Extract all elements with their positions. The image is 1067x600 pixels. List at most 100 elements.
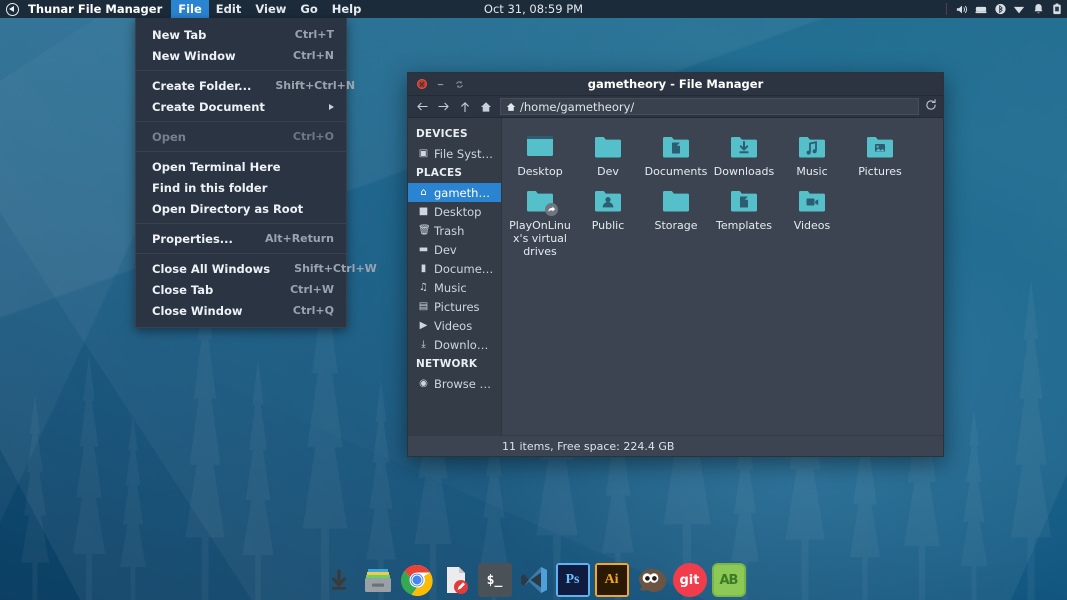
notification-bell-icon[interactable] — [1032, 0, 1044, 18]
sidebar-item-trash[interactable]: 🗑 Trash — [408, 221, 501, 240]
panel-menu-help[interactable]: Help — [325, 0, 369, 18]
panel-menu-edit[interactable]: Edit — [209, 0, 249, 18]
display-icon[interactable] — [975, 0, 987, 18]
dock-item-audacious[interactable]: AB — [711, 563, 746, 597]
sidebar-item-music[interactable]: ♫ Music — [408, 278, 501, 297]
home-button[interactable] — [475, 96, 496, 117]
dock-item-git[interactable]: git — [672, 563, 707, 597]
tray-separator — [946, 3, 947, 15]
sidebar-item-label: Dev — [434, 242, 457, 257]
close-button[interactable] — [414, 77, 429, 92]
file-name-label: Videos — [793, 219, 831, 232]
dock-item-google-chrome[interactable] — [400, 563, 434, 597]
menu-item-find-in-this-folder[interactable]: Find in this folder — [136, 177, 346, 198]
file-item[interactable]: Storage — [642, 180, 710, 260]
panel-menu-go[interactable]: Go — [293, 0, 324, 18]
menu-item-create-document[interactable]: Create Document — [136, 96, 346, 117]
panel-menu-file[interactable]: File — [171, 0, 209, 18]
menu-item-label: Open Terminal Here — [152, 159, 281, 174]
back-button[interactable] — [412, 96, 433, 117]
sidebar-item-icon: 🗑 — [418, 225, 431, 236]
file-name-label: Templates — [716, 219, 772, 232]
panel-menu-view[interactable]: View — [248, 0, 293, 18]
dock-item-terminal[interactable]: $_ — [477, 563, 512, 597]
file-item[interactable]: Dev — [574, 126, 642, 180]
file-item[interactable]: Public — [574, 180, 642, 260]
sidebar-item-downloads[interactable]: ⤓ Downloads — [408, 335, 501, 354]
sidebar-item-documents[interactable]: ▮ Documents — [408, 259, 501, 278]
battery-icon[interactable] — [1051, 0, 1063, 18]
menu-item-open-terminal-here[interactable]: Open Terminal Here — [136, 156, 346, 177]
file-item[interactable]: Templates — [710, 180, 778, 260]
dock-item-illustrator[interactable]: Ai — [594, 563, 629, 597]
thunar-toolbar: /home/gametheory/ — [408, 96, 943, 118]
menu-item-new-tab[interactable]: New Tab Ctrl+T — [136, 24, 346, 45]
folder-icon — [644, 184, 708, 214]
sidebar-item-label: Videos — [434, 318, 473, 333]
menu-item-close-all-windows[interactable]: Close All Windows Shift+Ctrl+W — [136, 258, 377, 279]
path-entry[interactable]: /home/gametheory/ — [500, 98, 919, 115]
sidebar-item-gametheory[interactable]: ⌂ gametheory — [408, 183, 501, 202]
menu-item-open-directory-as-root[interactable]: Open Directory as Root — [136, 198, 346, 219]
window-title: gametheory - File Manager — [587, 77, 764, 91]
menu-separator — [136, 223, 346, 224]
sidebar-item-browse-net[interactable]: ◉ Browse Net... — [408, 374, 501, 393]
file-item[interactable]: Pictures — [846, 126, 914, 180]
sidebar-item-label: Desktop — [434, 204, 482, 219]
maximize-button[interactable] — [452, 77, 467, 92]
panel-menubar: File Edit View Go Help — [171, 0, 368, 18]
minimize-button[interactable] — [433, 77, 448, 92]
menu-item-shortcut: Alt+Return — [264, 232, 334, 245]
folder-icon — [576, 130, 640, 160]
whisker-menu-icon[interactable] — [0, 0, 24, 18]
dock-item-file-archiver[interactable] — [361, 563, 395, 597]
folder-icon — [644, 130, 708, 160]
file-item[interactable]: Desktop — [506, 126, 574, 180]
dock-item-gimp[interactable] — [634, 563, 668, 597]
forward-button[interactable] — [433, 96, 454, 117]
sidebar-header-devices: DEVICES — [416, 128, 468, 140]
menu-item-close-tab[interactable]: Close Tab Ctrl+W — [136, 279, 346, 300]
sidebar-item-label: gametheory — [434, 185, 495, 200]
menu-item-close-window[interactable]: Close Window Ctrl+Q — [136, 300, 346, 321]
file-item[interactable]: Documents — [642, 126, 710, 180]
sidebar-item-videos[interactable]: ▶ Videos — [408, 316, 501, 335]
file-name-label: Downloads — [713, 165, 775, 178]
sidebar-item-label: Downloads — [434, 337, 495, 352]
file-menu-dropdown[interactable]: New Tab Ctrl+T New Window Ctrl+N Create Fold… — [135, 18, 377, 328]
window-titlebar[interactable]: gametheory - File Manager — [408, 73, 943, 96]
up-button[interactable] — [454, 96, 475, 117]
sidebar-item-icon: ▬ — [418, 244, 429, 255]
menu-item-properties[interactable]: Properties... Alt+Return — [136, 228, 346, 249]
bluetooth-icon[interactable] — [994, 0, 1006, 18]
file-item[interactable]: Videos — [778, 180, 846, 260]
file-item[interactable]: Music — [778, 126, 846, 180]
sidebar-item-label: Trash — [434, 223, 465, 238]
system-tray — [946, 0, 1063, 18]
dock-item-photoshop[interactable]: Ps — [555, 563, 590, 597]
menu-separator — [136, 253, 346, 254]
menu-item-label: New Window — [152, 48, 236, 63]
dock-item-vs-code[interactable] — [517, 563, 551, 597]
dock-item-download-manager[interactable] — [322, 563, 356, 597]
folder-icon — [508, 130, 572, 160]
application-dock[interactable]: $_ Ps Ai git AB — [322, 563, 746, 597]
file-item[interactable]: PlayOnLinux's virtual drives — [506, 180, 574, 260]
folder-icon — [780, 184, 844, 214]
file-name-label: Music — [796, 165, 828, 178]
dock-item-text-editor[interactable] — [439, 563, 473, 597]
sidebar-item-file-system[interactable]: ▣ File System — [408, 144, 501, 163]
menu-item-create-folder[interactable]: Create Folder... Shift+Ctrl+N — [136, 75, 355, 96]
sidebar-item-pictures[interactable]: ▤ Pictures — [408, 297, 501, 316]
thunar-file-view[interactable]: Desktop Dev Documents Downloads Music Picture… — [502, 118, 943, 435]
volume-icon[interactable] — [956, 0, 968, 18]
thunar-sidebar[interactable]: DEVICES ▣ File System PLACES ⌂ gametheory ■ Des… — [408, 118, 502, 435]
thunar-file-manager-window[interactable]: gametheory - File Manager /home/gametheo… — [407, 72, 944, 457]
sidebar-item-desktop[interactable]: ■ Desktop — [408, 202, 501, 221]
wifi-icon[interactable] — [1013, 0, 1025, 18]
sidebar-item-dev[interactable]: ▬ Dev — [408, 240, 501, 259]
reload-button[interactable] — [919, 99, 937, 114]
menu-item-new-window[interactable]: New Window Ctrl+N — [136, 45, 346, 66]
top-panel: Thunar File Manager File Edit View Go Help O… — [0, 0, 1067, 18]
file-item[interactable]: Downloads — [710, 126, 778, 180]
